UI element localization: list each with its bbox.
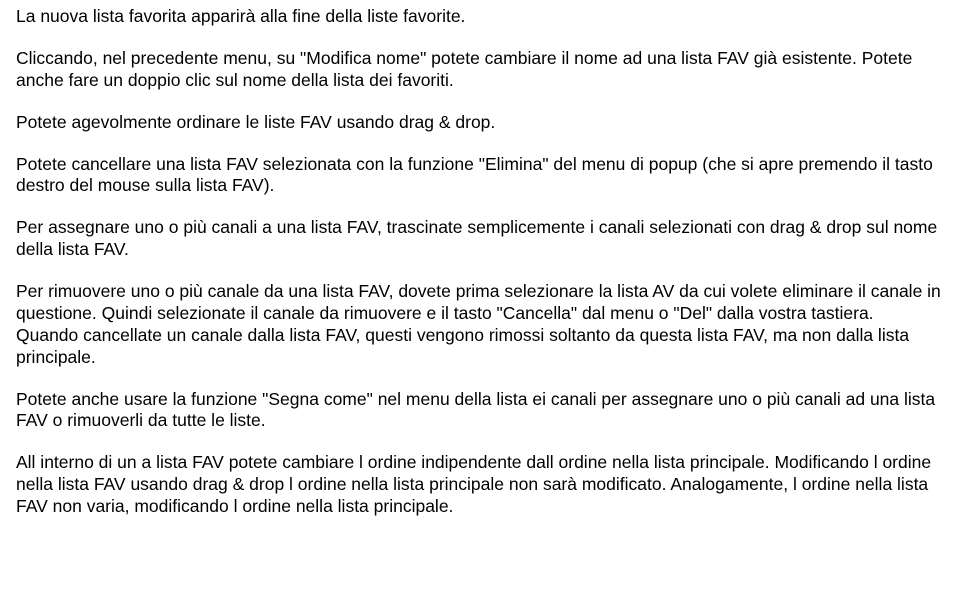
paragraph: Per assegnare uno o più canali a una lis… (16, 217, 944, 261)
paragraph: Potete anche usare la funzione "Segna co… (16, 389, 944, 433)
paragraph: Quando cancellate un canale dalla lista … (16, 325, 944, 369)
paragraph: Per rimuovere uno o più canale da una li… (16, 281, 944, 325)
paragraph: Potete cancellare una lista FAV selezion… (16, 154, 944, 198)
document-page: La nuova lista favorita apparirà alla fi… (0, 0, 960, 518)
paragraph: Cliccando, nel precedente menu, su "Modi… (16, 48, 944, 92)
paragraph: La nuova lista favorita apparirà alla fi… (16, 6, 944, 28)
paragraph: All interno di un a lista FAV potete cam… (16, 452, 944, 518)
paragraph: Potete agevolmente ordinare le liste FAV… (16, 112, 944, 134)
